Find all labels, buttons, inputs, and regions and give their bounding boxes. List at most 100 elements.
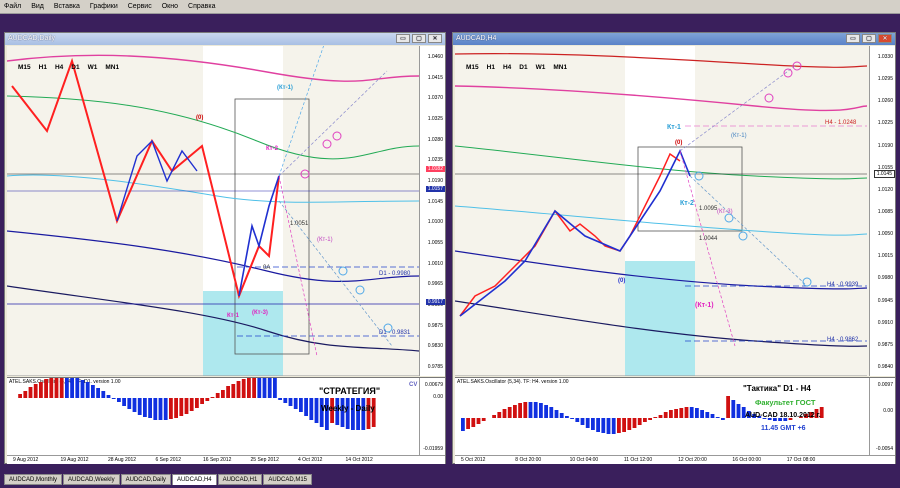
osc-bar bbox=[570, 418, 574, 419]
level-d1: D1 - 0.9980 bbox=[379, 271, 411, 277]
price-tick: 1.0100 bbox=[427, 219, 443, 226]
date-tick: 4 Oct 2012 bbox=[298, 457, 323, 463]
timeframe-button[interactable]: H1 bbox=[36, 63, 50, 72]
date-tick: 12 Oct 20:00 bbox=[678, 457, 707, 463]
maximize-button[interactable]: ▢ bbox=[412, 34, 426, 43]
timeframe-button[interactable]: MN1 bbox=[102, 63, 122, 72]
osc-bar bbox=[39, 382, 43, 398]
osc-bar bbox=[466, 418, 470, 429]
menu-item[interactable]: Файл bbox=[4, 3, 21, 10]
label-kt1-small: (Кт-1) bbox=[317, 237, 333, 243]
price-badge-2: 1.0157 bbox=[425, 186, 445, 192]
date-tick: 11 Oct 12:00 bbox=[623, 457, 653, 463]
osc-bar bbox=[189, 398, 194, 411]
price-tick: 0.9785 bbox=[427, 364, 443, 370]
value-label-2: 1.0044 bbox=[699, 236, 718, 242]
window-title: AUDCAD,H4 ▭ ▢ ✕ bbox=[453, 33, 895, 45]
price-tick: 1.0015 bbox=[877, 253, 893, 260]
price-tick: 0.9840 bbox=[877, 364, 893, 370]
price-tick: 1.0055 bbox=[427, 240, 443, 246]
osc-bar bbox=[200, 398, 204, 404]
date-tick: 9 Aug 2012 bbox=[13, 457, 39, 463]
osc-axis-zero: 0.00 bbox=[883, 408, 893, 414]
timeframe-button[interactable]: M15 bbox=[15, 63, 34, 72]
chart-tab[interactable]: AUDCAD,M15 bbox=[263, 474, 312, 485]
osc-axis-zero: 0.00 bbox=[433, 394, 443, 400]
price-tick: 1.0225 bbox=[877, 120, 893, 127]
chart-window-h4[interactable]: AUDCAD,H4 ▭ ▢ ✕ M15 H1 H4 D1 W1 MN1 Кт-1… bbox=[452, 32, 896, 464]
chart-tab[interactable]: AUDCAD,H1 bbox=[217, 474, 263, 485]
osc-bar bbox=[492, 415, 496, 418]
minimize-button[interactable]: ▭ bbox=[846, 34, 860, 43]
osc-bar bbox=[23, 391, 28, 398]
menu-item[interactable]: Справка bbox=[188, 3, 215, 10]
osc-bar bbox=[163, 398, 168, 420]
osc-bar bbox=[565, 416, 569, 418]
chart-tab[interactable]: AUDCAD,Monthly bbox=[4, 474, 63, 485]
osc-bar bbox=[44, 379, 48, 398]
osc-bar bbox=[606, 418, 611, 434]
menu-item[interactable]: Окно bbox=[162, 3, 178, 10]
price-tick: 0.9875 bbox=[427, 322, 443, 329]
osc-bar bbox=[148, 398, 152, 418]
label-kt1-paren: (Кт-1) bbox=[731, 133, 747, 139]
close-button[interactable]: ✕ bbox=[878, 34, 892, 43]
chart-window-daily[interactable]: AUDCAD,Daily ▭ ▢ ✕ M15 H1 H4 D1 W1 MN1 (… bbox=[4, 32, 446, 464]
price-tick: 1.0235 bbox=[427, 157, 443, 164]
osc-bar bbox=[632, 418, 637, 428]
timeframe-button[interactable]: M15 bbox=[463, 63, 482, 72]
osc-bar bbox=[309, 398, 314, 420]
menu-item[interactable]: Графики bbox=[90, 3, 118, 10]
close-button[interactable]: ✕ bbox=[428, 34, 442, 43]
price-tick: 0.9910 bbox=[877, 319, 893, 326]
label-kt3-low: (Кт-3) bbox=[252, 310, 268, 316]
date-tick: 5 Oct 2012 bbox=[461, 457, 486, 463]
osc-bar bbox=[684, 407, 689, 418]
price-chart[interactable]: M15 H1 H4 D1 W1 MN1 (Кт-1) (0) Кт-2 (Кт-1) Кт… bbox=[7, 46, 445, 376]
menu-bar: Файл Вид Вставка Графики Сервис Окно Справка bbox=[0, 0, 900, 14]
timeframe-button[interactable]: W1 bbox=[533, 63, 549, 72]
osc-bar bbox=[591, 418, 595, 430]
osc-bar bbox=[361, 398, 366, 430]
timeframe-button[interactable]: D1 bbox=[68, 63, 82, 72]
label-zero-top: (0) bbox=[675, 140, 683, 146]
osc-bar bbox=[528, 402, 533, 418]
osc-bar bbox=[257, 378, 262, 398]
osc-bar bbox=[299, 398, 303, 412]
chart-tabs: AUDCAD,Monthly AUDCAD,Weekly AUDCAD,Daily A… bbox=[4, 474, 312, 487]
price-tick: 1.0145 bbox=[427, 198, 443, 205]
strategy-subtitle: Weekly - Daily bbox=[321, 404, 375, 413]
timeframe-button[interactable]: H1 bbox=[484, 63, 498, 72]
menu-item[interactable]: Сервис bbox=[128, 3, 152, 10]
toolbar bbox=[0, 14, 900, 32]
price-tick: 1.0190 bbox=[427, 178, 443, 184]
chart-tab[interactable]: AUDCAD,Daily bbox=[120, 474, 171, 485]
timeframe-button[interactable]: W1 bbox=[85, 63, 101, 72]
timeframe-button[interactable]: H4 bbox=[52, 63, 66, 72]
osc-bar bbox=[700, 410, 704, 418]
osc-bar bbox=[174, 398, 178, 418]
date-tick: 28 Aug 2012 bbox=[108, 457, 137, 463]
level-h4a: H4 - 1.0248 bbox=[825, 120, 857, 126]
osc-bar bbox=[481, 418, 486, 421]
price-chart[interactable]: M15 H1 H4 D1 W1 MN1 Кт-1 (0) Кт-2 (Кт-1) (Кт-… bbox=[455, 46, 895, 376]
chart-tab[interactable]: AUDCAD,Weekly bbox=[63, 474, 120, 485]
maximize-button[interactable]: ▢ bbox=[862, 34, 876, 43]
faculty-label: Факультет ГОСТ bbox=[755, 398, 816, 407]
label-zero: (0) bbox=[196, 115, 204, 121]
osc-bar bbox=[231, 384, 236, 398]
menu-item[interactable]: Вид bbox=[31, 3, 44, 10]
minimize-button[interactable]: ▭ bbox=[396, 34, 410, 43]
osc-bar bbox=[278, 398, 282, 400]
chart-tab[interactable]: AUDCAD,H4 bbox=[171, 474, 217, 485]
osc-bar bbox=[345, 398, 350, 429]
date-tick: 16 Oct 00:00 bbox=[732, 457, 762, 463]
timeframe-button[interactable]: MN1 bbox=[550, 63, 570, 72]
osc-bar bbox=[596, 418, 600, 432]
timeframe-button[interactable]: H4 bbox=[500, 63, 514, 72]
menu-item[interactable]: Вставка bbox=[54, 3, 80, 10]
timeframe-button[interactable]: D1 bbox=[516, 63, 530, 72]
osc-bar bbox=[210, 397, 215, 398]
osc-bar bbox=[476, 418, 481, 424]
window-title-text: AUDCAD,H4 bbox=[456, 35, 497, 42]
